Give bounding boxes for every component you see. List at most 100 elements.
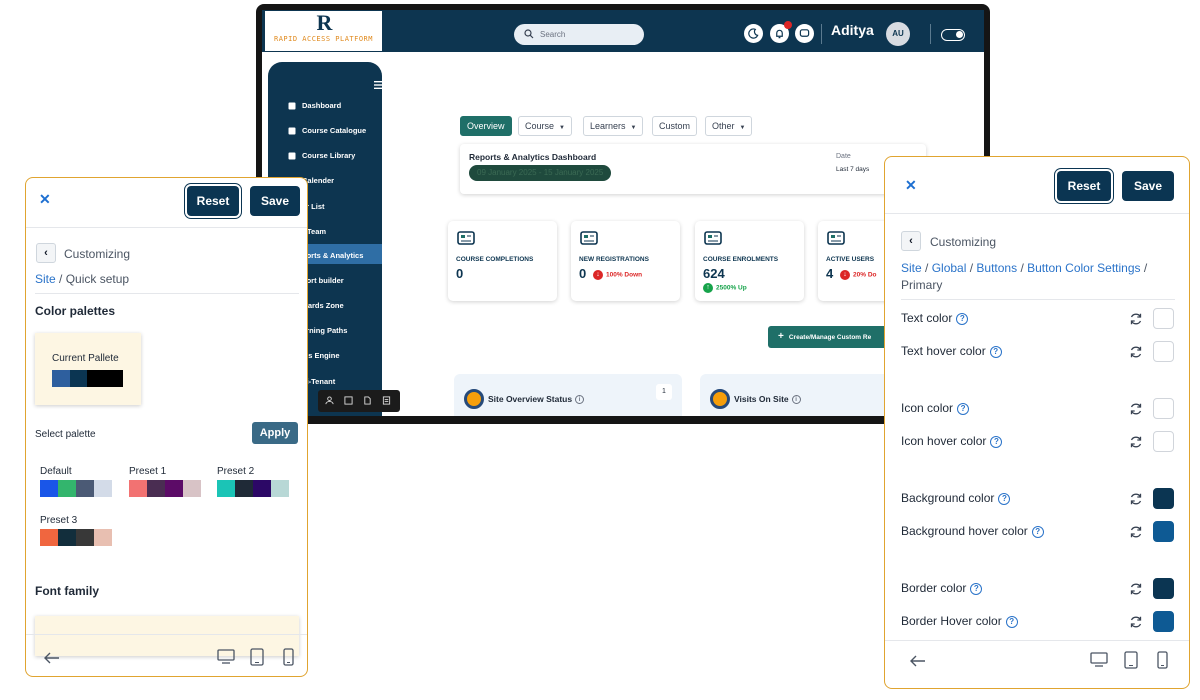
notification-badge — [784, 21, 792, 29]
divider — [930, 24, 931, 44]
file-icon[interactable] — [363, 396, 372, 405]
breadcrumb-link-global[interactable]: Global — [932, 261, 967, 275]
palette-swatch — [129, 480, 147, 497]
back-arrow-icon[interactable] — [44, 652, 60, 664]
info-icon[interactable]: ? — [990, 436, 1003, 448]
divider — [885, 640, 1189, 641]
back-button[interactable]: ‹ — [901, 231, 921, 251]
color-swatch[interactable] — [1153, 488, 1174, 509]
stat-change: ↑ 2500% Up — [703, 283, 747, 293]
tab-course[interactable]: Course ▼ — [518, 116, 572, 136]
card-title: Visits On Site — [734, 394, 789, 404]
property-border-color: Border color? — [901, 578, 1175, 600]
info-icon[interactable]: ? — [956, 313, 969, 325]
color-swatch[interactable] — [1153, 578, 1174, 599]
info-icon[interactable]: ? — [1005, 616, 1018, 628]
save-button[interactable]: Save — [250, 186, 300, 216]
desktop-icon[interactable] — [217, 649, 235, 665]
mobile-icon[interactable] — [283, 648, 294, 666]
breadcrumb-current: Primary — [901, 278, 943, 292]
user-name[interactable]: Aditya — [831, 22, 874, 38]
back-arrow-icon[interactable] — [910, 655, 926, 667]
breadcrumb-link-button-color-settings[interactable]: Button Color Settings — [1027, 261, 1140, 275]
tablet-icon[interactable] — [250, 648, 264, 666]
stat-card[interactable]: NEW REGISTRATIONS 0 ↓ 100% Down — [571, 221, 680, 301]
desktop-icon[interactable] — [1090, 652, 1108, 668]
reset-icon[interactable] — [1129, 525, 1143, 539]
preset-swatches — [129, 480, 201, 497]
info-icon[interactable]: i — [575, 395, 585, 405]
stat-value: 0 — [456, 266, 464, 281]
avatar[interactable]: AU — [886, 22, 910, 46]
info-icon[interactable]: ? — [998, 493, 1011, 505]
plus-icon: + — [778, 331, 784, 342]
reset-icon[interactable] — [1129, 402, 1143, 416]
reset-icon[interactable] — [1129, 582, 1143, 596]
stat-card[interactable]: COURSE COMPLETIONS 0 — [448, 221, 557, 301]
close-icon[interactable]: ✕ — [39, 191, 51, 208]
layout-toggle[interactable] — [941, 29, 965, 41]
bell-icon — [774, 28, 785, 39]
palette-swatch — [40, 529, 58, 546]
palette-swatch — [40, 480, 58, 497]
apply-button[interactable]: Apply — [252, 422, 298, 444]
select-palette-label: Select palette — [35, 429, 96, 440]
active-users-icon — [826, 229, 846, 249]
color-swatch[interactable] — [1153, 398, 1174, 419]
copy-icon[interactable] — [344, 396, 353, 405]
tab-other[interactable]: Other ▼ — [705, 116, 753, 136]
breadcrumb-link-site[interactable]: Site — [35, 272, 56, 286]
palette-swatch — [217, 480, 235, 497]
info-icon[interactable]: ? — [970, 583, 983, 595]
document-icon[interactable] — [382, 396, 391, 405]
notifications-button[interactable] — [770, 21, 792, 43]
info-icon[interactable]: ? — [957, 403, 970, 415]
save-button[interactable]: Save — [1122, 171, 1174, 201]
theme-button[interactable] — [744, 24, 763, 43]
breadcrumb-link-buttons[interactable]: Buttons — [976, 261, 1017, 275]
breadcrumb-link-site[interactable]: Site — [901, 261, 922, 275]
tab-label: Course — [525, 121, 555, 131]
stat-card[interactable]: COURSE ENROLMENTS 624 ↑ 2500% Up — [695, 221, 804, 301]
color-swatch[interactable] — [1153, 611, 1174, 632]
reset-icon[interactable] — [1129, 615, 1143, 629]
property-label: Text hover color — [901, 344, 986, 358]
property-label: Background hover color — [901, 524, 1028, 538]
property-icon-color: Icon color? — [901, 398, 1175, 420]
reset-icon[interactable] — [1129, 492, 1143, 506]
reset-icon[interactable] — [1129, 435, 1143, 449]
tab-custom[interactable]: Custom — [652, 116, 698, 136]
info-icon[interactable]: ? — [1031, 526, 1044, 538]
divider — [26, 634, 307, 635]
logo[interactable]: R RAPID ACCESS PLATFORM — [265, 11, 382, 51]
tab-learners[interactable]: Learners ▼ — [583, 116, 644, 136]
sidebar-item-label: Course Library — [302, 151, 356, 160]
users-icon[interactable] — [325, 396, 334, 405]
date-select[interactable]: Last 7 days — [836, 166, 869, 173]
menu-icon[interactable] — [374, 76, 383, 94]
info-icon[interactable]: ? — [989, 346, 1002, 358]
stat-label: COURSE ENROLMENTS — [703, 256, 779, 263]
color-swatch[interactable] — [1153, 521, 1174, 542]
reset-button[interactable]: Reset — [187, 186, 239, 216]
tablet-icon[interactable] — [1124, 651, 1138, 669]
mobile-icon[interactable] — [1157, 651, 1168, 669]
color-swatch[interactable] — [1153, 341, 1174, 362]
reset-icon[interactable] — [1129, 345, 1143, 359]
tab-label: Other — [712, 121, 735, 131]
breadcrumb: Site / Global / Buttons / Button Color S… — [901, 261, 1148, 292]
color-swatch[interactable] — [1153, 308, 1174, 329]
back-button[interactable]: ‹ — [36, 243, 56, 263]
chevron-down-icon: ▼ — [739, 125, 746, 131]
messages-button[interactable] — [795, 24, 814, 43]
report-date-range[interactable]: 09 January 2025 - 15 January 2025 — [469, 165, 612, 181]
quick-setup-panel: ✕ Reset Save ‹ Customizing Site / Quick … — [25, 177, 308, 677]
color-swatch[interactable] — [1153, 431, 1174, 452]
info-icon[interactable]: i — [791, 395, 801, 405]
reset-button[interactable]: Reset — [1057, 171, 1111, 201]
close-icon[interactable]: ✕ — [905, 177, 917, 194]
reset-icon[interactable] — [1129, 312, 1143, 326]
tab-overview[interactable]: Overview — [460, 116, 512, 136]
search-input[interactable]: Search — [514, 24, 644, 45]
enrolment-icon — [703, 229, 723, 249]
